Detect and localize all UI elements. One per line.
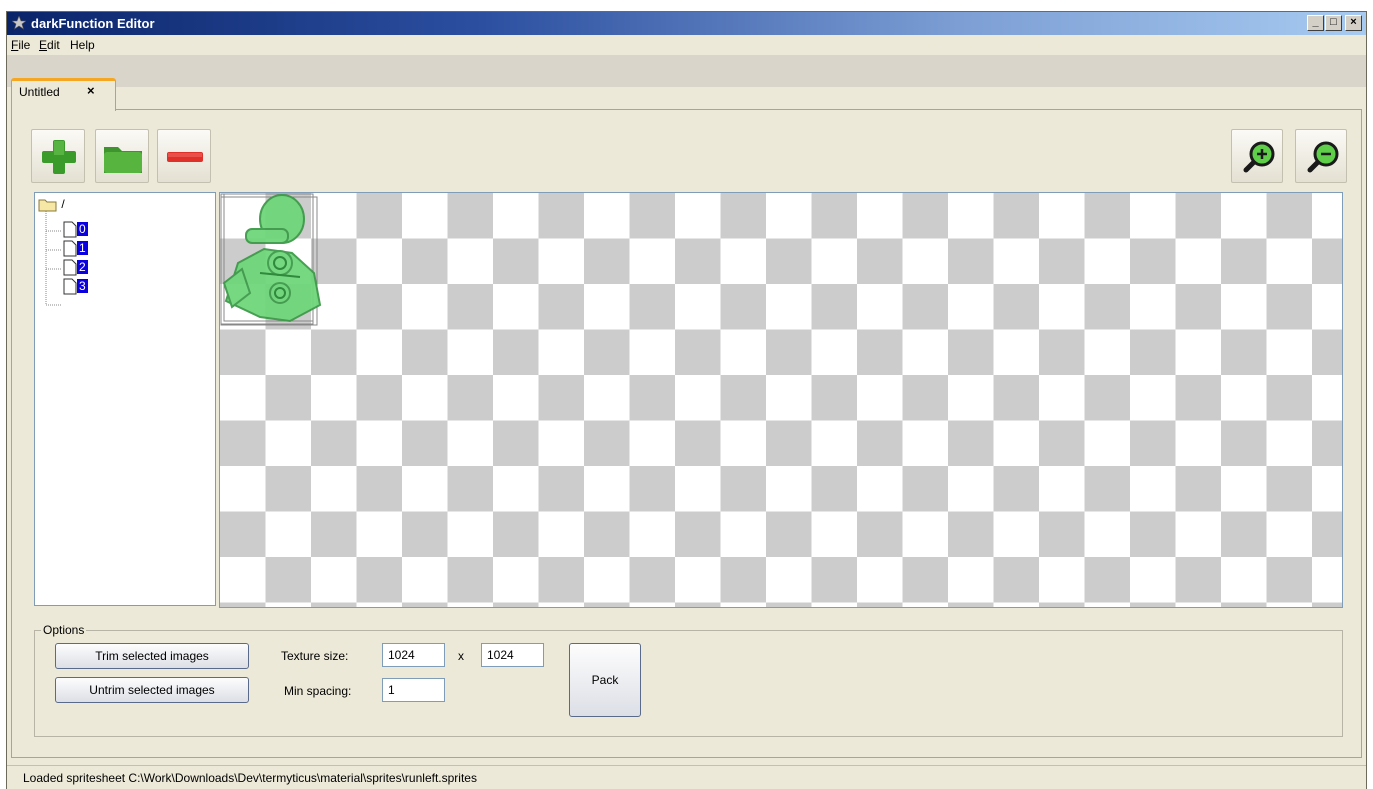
options-group: Options Trim selected images Untrim sele… xyxy=(34,623,1343,737)
status-text: Loaded spritesheet C:\Work\Downloads\Dev… xyxy=(23,771,477,785)
spritesheet-canvas[interactable] xyxy=(219,192,1343,608)
folder-icon xyxy=(104,147,142,173)
menu-edit[interactable]: Edit xyxy=(39,38,60,52)
min-spacing-label: Min spacing: xyxy=(284,684,352,698)
remove-icon xyxy=(167,152,203,162)
tree-item[interactable]: 0 xyxy=(63,221,88,238)
texture-x-label: x xyxy=(458,649,464,663)
sprite-image[interactable] xyxy=(220,193,330,333)
sprite-tree[interactable]: / 0 1 2 3 xyxy=(34,192,216,606)
texture-height-input[interactable] xyxy=(481,643,544,667)
menu-bar: File Edit Help xyxy=(7,35,1366,55)
zoom-out-icon xyxy=(1307,141,1339,173)
star-icon xyxy=(12,16,26,30)
tab-label: Untitled xyxy=(19,85,60,99)
texture-size-label: Texture size: xyxy=(281,649,349,663)
editor-panel: / 0 1 2 3 Options Trim selected images U… xyxy=(11,109,1362,758)
tree-item-label: 2 xyxy=(77,259,88,274)
title-bar[interactable]: darkFunction Editor _ □ × xyxy=(7,12,1366,35)
tree-root[interactable]: / xyxy=(38,197,65,213)
add-button[interactable] xyxy=(31,129,85,183)
options-title: Options xyxy=(41,623,87,637)
tab-close-icon[interactable]: × xyxy=(87,83,95,98)
tree-item-label: 1 xyxy=(77,240,88,255)
file-icon xyxy=(63,259,77,276)
app-window: darkFunction Editor _ □ × File Edit Help… xyxy=(6,11,1367,789)
tree-root-label: / xyxy=(61,197,65,211)
window-title: darkFunction Editor xyxy=(31,16,155,31)
close-button[interactable]: × xyxy=(1345,15,1362,31)
min-spacing-input[interactable] xyxy=(382,678,445,702)
trim-button[interactable]: Trim selected images xyxy=(55,643,249,669)
zoom-out-button[interactable] xyxy=(1295,129,1347,183)
status-bar: Loaded spritesheet C:\Work\Downloads\Dev… xyxy=(7,765,1366,789)
tree-item-label: 3 xyxy=(77,278,88,293)
file-icon xyxy=(63,221,77,238)
remove-button[interactable] xyxy=(157,129,211,183)
folder-icon xyxy=(38,199,57,212)
pack-button[interactable]: Pack xyxy=(569,643,641,717)
file-icon xyxy=(63,240,77,257)
maximize-button[interactable]: □ xyxy=(1325,15,1342,31)
file-icon xyxy=(63,278,77,295)
open-folder-button[interactable] xyxy=(95,129,149,183)
menu-file[interactable]: File xyxy=(11,38,30,52)
untrim-button[interactable]: Untrim selected images xyxy=(55,677,249,703)
add-icon xyxy=(42,140,76,174)
tree-item[interactable]: 3 xyxy=(63,278,88,295)
menu-help[interactable]: Help xyxy=(70,38,95,52)
zoom-in-button[interactable] xyxy=(1231,129,1283,183)
texture-width-input[interactable] xyxy=(382,643,445,667)
tab-strip: Untitled × xyxy=(7,55,1366,111)
tree-item-label: 0 xyxy=(77,221,88,236)
minimize-button[interactable]: _ xyxy=(1307,15,1324,31)
tree-item[interactable]: 2 xyxy=(63,259,88,276)
tree-item[interactable]: 1 xyxy=(63,240,88,257)
zoom-in-icon xyxy=(1243,141,1275,173)
tab-untitled[interactable]: Untitled × xyxy=(11,78,116,111)
